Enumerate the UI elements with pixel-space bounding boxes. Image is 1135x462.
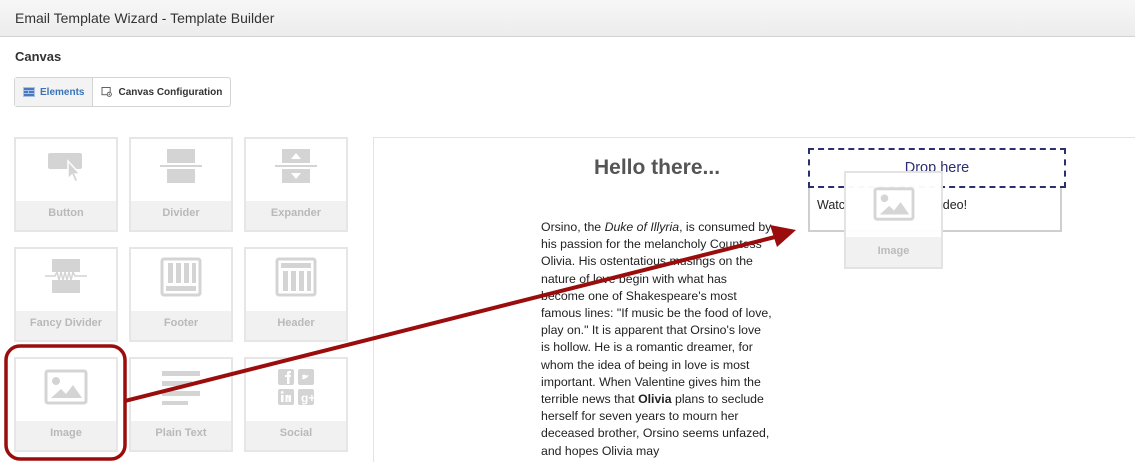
palette-label: Plain Text — [155, 427, 207, 439]
window-title: Email Template Wizard - Template Builder — [15, 10, 275, 26]
palette-fancy-divider[interactable]: Fancy Divider — [14, 247, 118, 342]
drag-ghost-label: Image — [877, 245, 910, 257]
footer-icon — [160, 257, 202, 297]
body-text-bold: Olivia — [638, 392, 672, 407]
tab-bar: Elements Canvas Configuration — [14, 77, 232, 107]
palette-header[interactable]: Header — [244, 247, 348, 342]
button-pointer-icon — [48, 153, 82, 184]
tab-elements[interactable]: Elements — [15, 78, 94, 106]
plain-text-icon — [162, 371, 200, 405]
svg-text:g+: g+ — [301, 391, 315, 405]
palette-label: Footer — [163, 317, 199, 329]
palette-label: Divider — [162, 207, 200, 219]
divider-icon — [160, 149, 202, 183]
dragged-image-element[interactable]: Image — [844, 171, 943, 269]
palette-label: Expander — [270, 207, 322, 219]
image-icon — [873, 187, 914, 221]
social-icon: g+ — [278, 369, 315, 405]
window-titlebar: Email Template Wizard - Template Builder — [0, 0, 1135, 37]
body-text-span: Orsino, the — [541, 220, 605, 234]
canvas-config-icon — [102, 87, 113, 97]
palette-divider[interactable]: Divider — [129, 137, 233, 232]
canvas-body-text[interactable]: Orsino, the Duke of Illyria, is consumed… — [541, 219, 773, 460]
body-text-italic: Duke of Illyria — [604, 220, 680, 234]
tab-elements-label: Elements — [40, 86, 85, 98]
palette-label: Button — [48, 207, 84, 219]
tab-canvas-configuration[interactable]: Canvas Configuration — [93, 78, 230, 106]
canvas-heading[interactable]: Hello there... — [594, 156, 720, 180]
palette-expander[interactable]: Expander — [244, 137, 348, 232]
palette-social[interactable]: g+ Social — [244, 357, 348, 452]
video-text-start: Watc — [817, 198, 846, 212]
palette-label: Fancy Divider — [29, 317, 103, 329]
body-text-span: , is consumed by his passion for the mel… — [541, 220, 772, 407]
palette-plain-text[interactable]: Plain Text — [129, 357, 233, 452]
palette-footer[interactable]: Footer — [129, 247, 233, 342]
palette-image[interactable]: Image — [14, 357, 118, 452]
palette-label: Social — [279, 427, 313, 439]
video-text-end: ideo! — [940, 198, 968, 212]
fancy-divider-icon — [45, 259, 87, 293]
elements-grid-icon — [23, 87, 35, 97]
header-icon — [275, 257, 317, 297]
section-title: Canvas — [15, 49, 62, 64]
palette-button[interactable]: Button — [14, 137, 118, 232]
palette-label: Image — [50, 427, 82, 439]
image-icon — [44, 369, 88, 405]
tab-canvas-configuration-label: Canvas Configuration — [118, 86, 223, 98]
expander-icon — [275, 149, 317, 183]
palette-label: Header — [277, 317, 315, 329]
